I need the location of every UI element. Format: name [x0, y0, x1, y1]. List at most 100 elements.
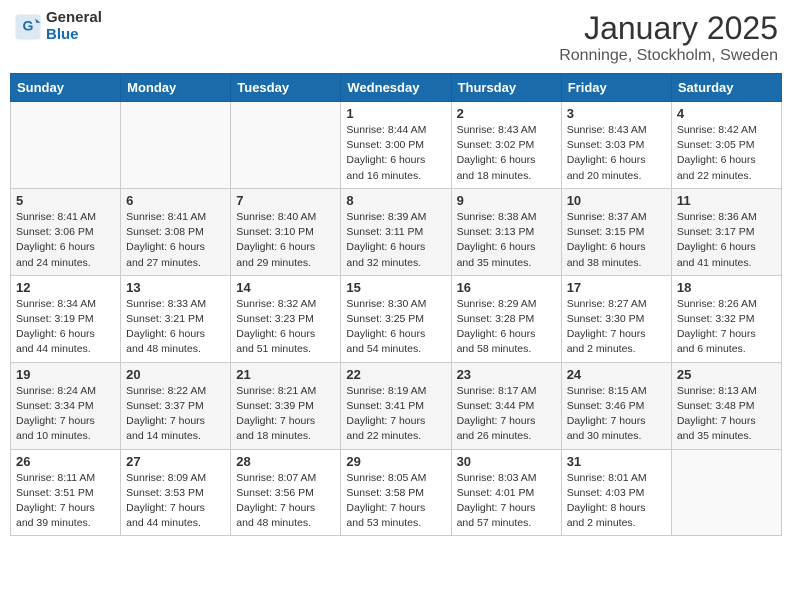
header-row: SundayMondayTuesdayWednesdayThursdayFrid… — [11, 74, 782, 102]
calendar-day-9: 9Sunrise: 8:38 AM Sunset: 3:13 PM Daylig… — [451, 188, 561, 275]
day-number: 21 — [236, 367, 335, 382]
calendar-day-21: 21 Sunrise: 8:21 AM Sunset: 3:39 PM Dayli… — [231, 362, 341, 449]
day-number: 16 — [457, 280, 556, 295]
col-header-thursday: Thursday — [451, 74, 561, 102]
col-header-monday: Monday — [121, 74, 231, 102]
day-number: 22 — [346, 367, 445, 382]
day-info: Sunrise: 8:29 AM Sunset: 3:28 PM Dayligh… — [457, 297, 556, 358]
day-info: Sunrise: 8:33 AM Sunset: 3:21 PM Dayligh… — [126, 297, 225, 358]
logo-blue-text: Blue — [46, 27, 102, 44]
calendar-day-16: 16 Sunrise: 8:29 AM Sunset: 3:28 PM Dayli… — [451, 275, 561, 362]
calendar-day-22: 22 Sunrise: 8:19 AM Sunset: 3:41 PM Dayli… — [341, 362, 451, 449]
col-header-saturday: Saturday — [671, 74, 781, 102]
day-number: 27 — [126, 454, 225, 469]
day-number: 17 — [567, 280, 666, 295]
day-info: Sunrise: 8:24 AM Sunset: 3:34 PM Dayligh… — [16, 384, 115, 445]
calendar-day-5: 5 Sunrise: 8:41 AM Sunset: 3:06 PM Daylig… — [11, 188, 121, 275]
calendar-day-25: 25Sunrise: 8:13 AM Sunset: 3:48 PM Dayli… — [671, 362, 781, 449]
logo-general-text: General — [46, 10, 102, 27]
calendar-day-19: 19 Sunrise: 8:24 AM Sunset: 3:34 PM Dayli… — [11, 362, 121, 449]
calendar-day-3: 3 Sunrise: 8:43 AM Sunset: 3:03 PM Daylig… — [561, 102, 671, 189]
col-header-sunday: Sunday — [11, 74, 121, 102]
calendar-day-20: 20Sunrise: 8:22 AM Sunset: 3:37 PM Dayli… — [121, 362, 231, 449]
calendar-day-31: 31 Sunrise: 8:01 AM Sunset: 4:03 PM Dayli… — [561, 449, 671, 536]
calendar-week-row: 26 Sunrise: 8:11 AM Sunset: 3:51 PM Dayli… — [11, 449, 782, 536]
day-info: Sunrise: 8:09 AM Sunset: 3:53 PM Dayligh… — [126, 471, 225, 532]
day-number: 5 — [16, 193, 115, 208]
day-number: 14 — [236, 280, 335, 295]
day-number: 10 — [567, 193, 666, 208]
calendar-week-row: 5 Sunrise: 8:41 AM Sunset: 3:06 PM Daylig… — [11, 188, 782, 275]
day-number: 4 — [677, 106, 776, 121]
calendar-day-14: 14 Sunrise: 8:32 AM Sunset: 3:23 PM Dayli… — [231, 275, 341, 362]
day-number: 25 — [677, 367, 776, 382]
day-info: Sunrise: 8:32 AM Sunset: 3:23 PM Dayligh… — [236, 297, 335, 358]
day-info: Sunrise: 8:38 AM Sunset: 3:13 PM Dayligh… — [457, 210, 556, 271]
day-info: Sunrise: 8:39 AM Sunset: 3:11 PM Dayligh… — [346, 210, 445, 271]
day-number: 3 — [567, 106, 666, 121]
calendar-day-24: 24 Sunrise: 8:15 AM Sunset: 3:46 PM Dayli… — [561, 362, 671, 449]
location-title: Ronninge, Stockholm, Sweden — [559, 47, 778, 65]
calendar-day-26: 26 Sunrise: 8:11 AM Sunset: 3:51 PM Dayli… — [11, 449, 121, 536]
calendar-day-18: 18 Sunrise: 8:26 AM Sunset: 3:32 PM Dayli… — [671, 275, 781, 362]
calendar-week-row: 19 Sunrise: 8:24 AM Sunset: 3:34 PM Dayli… — [11, 362, 782, 449]
day-number: 18 — [677, 280, 776, 295]
day-number: 28 — [236, 454, 335, 469]
calendar-day-29: 29 Sunrise: 8:05 AM Sunset: 3:58 PM Dayli… — [341, 449, 451, 536]
day-number: 31 — [567, 454, 666, 469]
calendar-week-row: 12Sunrise: 8:34 AM Sunset: 3:19 PM Dayli… — [11, 275, 782, 362]
day-info: Sunrise: 8:44 AM Sunset: 3:00 PM Dayligh… — [346, 123, 445, 184]
calendar-day-15: 15 Sunrise: 8:30 AM Sunset: 3:25 PM Dayli… — [341, 275, 451, 362]
day-info: Sunrise: 8:11 AM Sunset: 3:51 PM Dayligh… — [16, 471, 115, 532]
logo: G General Blue — [14, 10, 102, 43]
day-info: Sunrise: 8:41 AM Sunset: 3:06 PM Dayligh… — [16, 210, 115, 271]
day-number: 6 — [126, 193, 225, 208]
day-info: Sunrise: 8:34 AM Sunset: 3:19 PM Dayligh… — [16, 297, 115, 358]
day-info: Sunrise: 8:37 AM Sunset: 3:15 PM Dayligh… — [567, 210, 666, 271]
calendar-day-12: 12Sunrise: 8:34 AM Sunset: 3:19 PM Dayli… — [11, 275, 121, 362]
day-number: 23 — [457, 367, 556, 382]
calendar-day-27: 27 Sunrise: 8:09 AM Sunset: 3:53 PM Dayli… — [121, 449, 231, 536]
col-header-tuesday: Tuesday — [231, 74, 341, 102]
day-info: Sunrise: 8:43 AM Sunset: 3:03 PM Dayligh… — [567, 123, 666, 184]
calendar-day-8: 8Sunrise: 8:39 AM Sunset: 3:11 PM Daylig… — [341, 188, 451, 275]
day-info: Sunrise: 8:01 AM Sunset: 4:03 PM Dayligh… — [567, 471, 666, 532]
calendar-day-17: 17Sunrise: 8:27 AM Sunset: 3:30 PM Dayli… — [561, 275, 671, 362]
day-info: Sunrise: 8:42 AM Sunset: 3:05 PM Dayligh… — [677, 123, 776, 184]
col-header-wednesday: Wednesday — [341, 74, 451, 102]
day-info: Sunrise: 8:40 AM Sunset: 3:10 PM Dayligh… — [236, 210, 335, 271]
calendar-empty-cell — [671, 449, 781, 536]
day-number: 29 — [346, 454, 445, 469]
month-title: January 2025 — [559, 10, 778, 47]
day-number: 15 — [346, 280, 445, 295]
day-info: Sunrise: 8:21 AM Sunset: 3:39 PM Dayligh… — [236, 384, 335, 445]
day-number: 24 — [567, 367, 666, 382]
day-info: Sunrise: 8:03 AM Sunset: 4:01 PM Dayligh… — [457, 471, 556, 532]
day-info: Sunrise: 8:36 AM Sunset: 3:17 PM Dayligh… — [677, 210, 776, 271]
calendar-day-2: 2Sunrise: 8:43 AM Sunset: 3:02 PM Daylig… — [451, 102, 561, 189]
calendar-empty-cell — [121, 102, 231, 189]
day-number: 7 — [236, 193, 335, 208]
calendar-day-4: 4 Sunrise: 8:42 AM Sunset: 3:05 PM Daylig… — [671, 102, 781, 189]
logo-icon: G — [14, 13, 42, 41]
day-number: 19 — [16, 367, 115, 382]
calendar-empty-cell — [11, 102, 121, 189]
calendar-day-7: 7 Sunrise: 8:40 AM Sunset: 3:10 PM Daylig… — [231, 188, 341, 275]
day-info: Sunrise: 8:15 AM Sunset: 3:46 PM Dayligh… — [567, 384, 666, 445]
day-number: 20 — [126, 367, 225, 382]
calendar-day-10: 10 Sunrise: 8:37 AM Sunset: 3:15 PM Dayli… — [561, 188, 671, 275]
calendar-day-30: 30Sunrise: 8:03 AM Sunset: 4:01 PM Dayli… — [451, 449, 561, 536]
day-number: 26 — [16, 454, 115, 469]
calendar-day-6: 6Sunrise: 8:41 AM Sunset: 3:08 PM Daylig… — [121, 188, 231, 275]
day-info: Sunrise: 8:19 AM Sunset: 3:41 PM Dayligh… — [346, 384, 445, 445]
calendar-day-11: 11 Sunrise: 8:36 AM Sunset: 3:17 PM Dayli… — [671, 188, 781, 275]
day-number: 2 — [457, 106, 556, 121]
day-number: 1 — [346, 106, 445, 121]
day-info: Sunrise: 8:26 AM Sunset: 3:32 PM Dayligh… — [677, 297, 776, 358]
day-info: Sunrise: 8:30 AM Sunset: 3:25 PM Dayligh… — [346, 297, 445, 358]
calendar-day-1: 1 Sunrise: 8:44 AM Sunset: 3:00 PM Daylig… — [341, 102, 451, 189]
day-number: 11 — [677, 193, 776, 208]
col-header-friday: Friday — [561, 74, 671, 102]
day-info: Sunrise: 8:05 AM Sunset: 3:58 PM Dayligh… — [346, 471, 445, 532]
svg-text:G: G — [23, 17, 34, 33]
